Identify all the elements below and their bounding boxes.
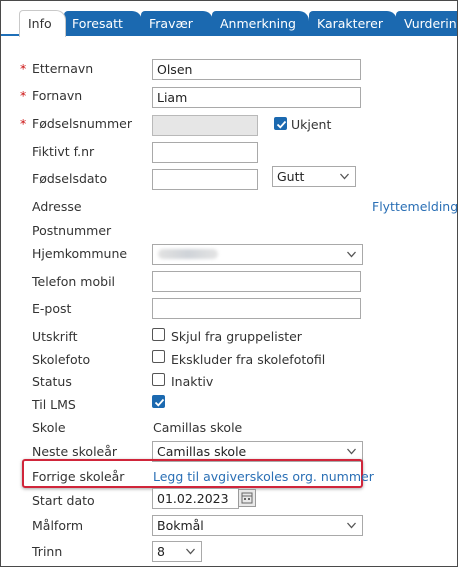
ukjent-checkbox[interactable] — [274, 117, 287, 130]
checkmark-icon — [154, 398, 165, 407]
trinn-value: 8 — [157, 544, 165, 559]
ukjent-label: Ukjent — [291, 117, 332, 132]
fiktivt-label: Fiktivt f.nr — [32, 144, 95, 159]
chevron-down-icon — [347, 522, 356, 529]
required-marker: * — [20, 116, 27, 131]
malform-value: Bokmål — [157, 518, 204, 533]
chevron-down-icon — [340, 173, 349, 180]
legg-til-org-nummer-link[interactable]: Legg til avgiverskoles org. nummer — [153, 469, 374, 484]
epost-label: E-post — [32, 301, 72, 316]
tab-bar: Info Foresatt Fravær Anmerkning Karakter… — [1, 1, 457, 37]
chevron-down-icon — [347, 251, 356, 258]
gender-value: Gutt — [277, 169, 305, 184]
skolefoto-option-label: Ekskluder fra skolefotofil — [171, 352, 326, 367]
chevron-down-icon — [347, 448, 356, 455]
skolefoto-checkbox[interactable] — [152, 350, 165, 363]
tab-label: Karakterer — [317, 16, 383, 31]
student-info-panel: Info Foresatt Fravær Anmerkning Karakter… — [0, 0, 458, 567]
fornavn-input[interactable] — [152, 87, 361, 108]
hjemkommune-label: Hjemkommune — [32, 246, 128, 261]
calendar-button[interactable] — [238, 489, 256, 507]
skole-label: Skole — [32, 420, 66, 435]
tab-fravaer[interactable]: Fravær — [141, 11, 213, 36]
lms-label: Til LMS — [32, 397, 76, 412]
tab-anmerkning[interactable]: Anmerkning — [212, 11, 309, 36]
calendar-icon — [241, 492, 253, 504]
skole-value: Camillas skole — [153, 420, 243, 435]
tab-foresatt[interactable]: Foresatt — [64, 11, 142, 36]
inaktiv-checkbox[interactable] — [152, 373, 165, 386]
inaktiv-label: Inaktiv — [171, 374, 214, 389]
required-marker: * — [20, 88, 27, 103]
adresse-label: Adresse — [32, 199, 82, 214]
fodselsdato-input[interactable] — [152, 169, 258, 190]
fodselsnummer-label: Fødselsnummer — [32, 116, 132, 131]
tab-label: Anmerkning — [220, 16, 296, 31]
utskrift-label: Utskrift — [32, 329, 78, 344]
tab-info[interactable]: Info — [19, 10, 66, 37]
skolefoto-label: Skolefoto — [32, 352, 91, 367]
chevron-down-icon — [186, 548, 195, 555]
neste-label: Neste skoleår — [32, 444, 118, 459]
gender-select[interactable]: Gutt — [272, 166, 356, 187]
checkmark-icon — [276, 120, 287, 129]
trinn-select[interactable]: 8 — [152, 541, 202, 562]
tab-label: Fravær — [149, 16, 193, 31]
etternavn-label: Etternavn — [32, 61, 94, 76]
telefon-input[interactable] — [152, 271, 361, 292]
tab-vurdering[interactable]: Vurderin — [396, 11, 457, 36]
postnummer-label: Postnummer — [32, 223, 112, 238]
fodselsdato-label: Fødselsdato — [32, 171, 108, 186]
epost-input[interactable] — [152, 298, 361, 319]
lms-checkbox[interactable] — [152, 395, 165, 408]
tab-karakterer[interactable]: Karakterer — [309, 11, 397, 36]
fornavn-label: Fornavn — [32, 88, 83, 103]
status-label: Status — [32, 374, 72, 389]
required-marker: * — [20, 61, 27, 76]
redacted-value — [158, 249, 218, 259]
tab-label: Vurderin — [404, 16, 457, 31]
telefon-label: Telefon mobil — [32, 274, 116, 289]
tab-label: Info — [28, 16, 52, 31]
startdato-input[interactable] — [152, 488, 239, 509]
utskrift-checkbox[interactable] — [152, 328, 165, 341]
neste-value: Camillas skole — [157, 444, 247, 459]
etternavn-input[interactable] — [152, 59, 361, 80]
malform-label: Målform — [32, 518, 84, 533]
forrige-label: Forrige skoleår — [32, 469, 125, 484]
fodselsnummer-input — [152, 115, 258, 136]
fiktivt-input[interactable] — [152, 142, 258, 163]
malform-select[interactable]: Bokmål — [152, 515, 363, 536]
utskrift-option-label: Skjul fra gruppelister — [171, 329, 302, 344]
tab-label: Foresatt — [72, 16, 123, 31]
startdato-label: Start dato — [32, 493, 95, 508]
flyttemelding-link[interactable]: Flyttemelding — [372, 199, 457, 214]
trinn-label: Trinn — [32, 544, 63, 559]
